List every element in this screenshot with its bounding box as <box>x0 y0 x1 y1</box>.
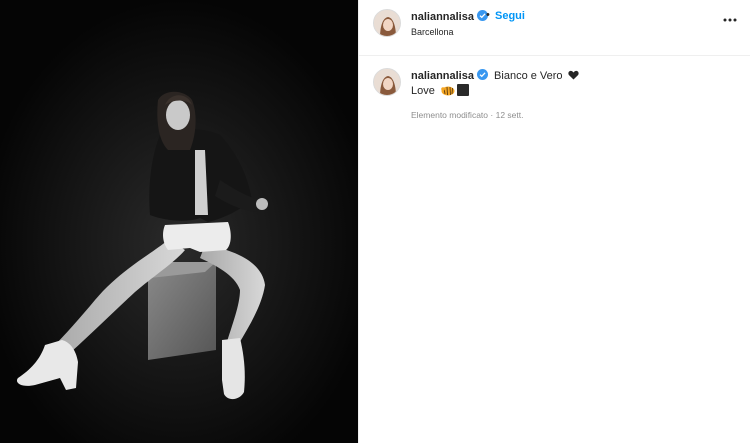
post-photo[interactable] <box>0 0 358 443</box>
more-options-icon[interactable] <box>723 16 737 24</box>
post-header: naliannalisa • Segui Barcellona <box>359 0 750 56</box>
post-location[interactable]: Barcellona <box>411 27 454 37</box>
post-date[interactable]: 12 sett. <box>496 110 524 120</box>
black-square-emoji-icon <box>456 84 469 96</box>
tiger-emoji-icon <box>441 86 455 96</box>
author-username[interactable]: naliannalisa <box>411 10 488 23</box>
caption-author-avatar[interactable] <box>373 68 401 96</box>
caption-title: Bianco e Vero <box>494 70 563 82</box>
post-meta: Elemento modificato · 12 sett. <box>411 110 524 120</box>
caption-second-line: Love <box>411 84 469 97</box>
avatar-image <box>374 10 400 36</box>
avatar-image <box>374 69 400 95</box>
caption-first-line: naliannalisa Bianco e Vero <box>411 69 579 82</box>
caption-body: Love <box>411 85 435 97</box>
verified-badge-icon <box>476 69 488 80</box>
black-heart-icon <box>567 70 579 80</box>
follow-button[interactable]: Segui <box>495 10 525 22</box>
author-avatar[interactable] <box>373 9 401 37</box>
post-image <box>0 0 358 443</box>
post-details-panel: naliannalisa • Segui Barcellona nalianna… <box>358 0 750 443</box>
caption-username[interactable]: naliannalisa <box>411 70 474 82</box>
username-text[interactable]: naliannalisa <box>411 11 474 23</box>
edited-label: Elemento modificato <box>411 110 489 120</box>
meta-separator: · <box>490 110 494 120</box>
separator-dot: • <box>486 9 490 21</box>
